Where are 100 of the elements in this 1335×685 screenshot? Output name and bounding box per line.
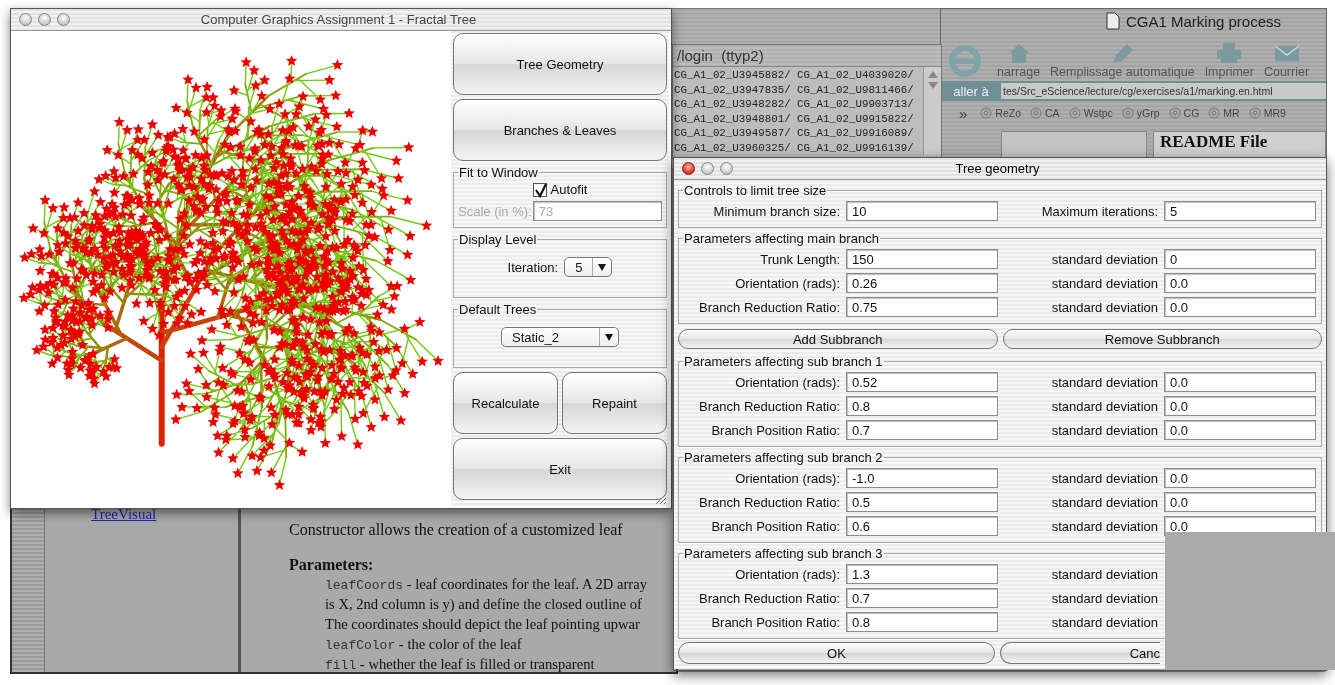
field-label: Branch Reduction Ratio: [698,590,840,606]
bookmark-icon [1030,107,1043,119]
address-field[interactable]: tes/Src_eScience/lecture/cg/exercises/a1/marking.en.html [1001,83,1326,99]
window-title: /login (ttyp2) [673,45,941,67]
field-label: Trunk Length: [759,251,840,267]
text-field[interactable]: 0.26 [846,273,998,293]
iteration-dropdown[interactable]: 5 [564,257,613,277]
bookmark-link[interactable]: CA [1030,107,1060,119]
terminal-line: CG_A1_02_U3948801/ CG_A1_02_U9915822/ [674,111,915,126]
text-field[interactable]: 0.7 [846,420,998,440]
field-label: standard deviation [1050,518,1158,534]
window-title: Computer Graphics Assignment 1 - Fractal Tree [199,12,478,27]
text-field[interactable]: 5 [1164,201,1316,221]
text-field[interactable]: 0.8 [846,612,998,632]
text-field[interactable]: 0.0 [1164,468,1316,488]
minimize-button[interactable] [38,13,51,26]
group-title: Default Trees [458,302,538,317]
bookmark-icon [1168,107,1181,119]
section-heading: Parameters: [289,556,375,574]
overflow-chevron[interactable]: » [959,104,968,122]
bookmark-link[interactable]: ReZo [980,107,1022,119]
tree-dropdown[interactable]: Static_2 [501,327,619,347]
field-label: Minimum branch size: [712,203,840,219]
window-title: Tree geometry [954,161,1041,176]
field-label: Maximum iterations: [1040,203,1158,219]
text-field[interactable]: 0.0 [1164,420,1316,440]
panel-button[interactable]: Recalculate [453,372,558,434]
caret-icon [598,263,607,271]
panel-button[interactable]: Branches & Leaves [453,99,667,161]
field-label: standard deviation [1050,422,1158,438]
bookmark-link[interactable]: yGrp [1121,107,1160,119]
field-label: Orientation (rads): [734,374,840,390]
text-field[interactable]: 0.0 [1164,297,1316,317]
field-label: Branch Position Ratio: [710,422,840,438]
text-field[interactable]: 0.0 [1164,273,1316,293]
subbranch-button[interactable]: Add Subbranch [678,329,998,349]
panel-button[interactable]: Tree Geometry [453,33,667,95]
text-field[interactable]: 0.7 [846,588,998,608]
field-label: standard deviation [1050,299,1158,315]
terminal-line: CG_A1_02_U3945882/ CG_A1_02_U4039020/ [674,68,915,83]
text-field[interactable]: 0 [1164,249,1316,269]
bookmark-link[interactable]: MR9 [1248,107,1286,119]
field-label: Iteration: [507,259,559,275]
text-field[interactable]: 0.0 [1164,396,1316,416]
bookmark-icon [1248,107,1261,119]
bookmark-icon [1121,107,1134,119]
subbranch-button[interactable]: Remove Subbranch [1002,329,1322,349]
text-field[interactable]: 0.52 [846,372,998,392]
field-label: standard deviation [1050,374,1158,390]
panel-button[interactable]: Repaint [562,372,667,434]
group-title: Parameters affecting sub branch 2 [683,450,884,465]
field-label: Branch Reduction Ratio: [698,299,840,315]
text-field[interactable]: 0.6 [846,516,998,536]
class-link[interactable]: TreeVisual [91,506,157,523]
dialog-button[interactable]: Canc [1000,642,1160,664]
parameter-text: is X, 2nd column is y) and define the closed outline of [324,595,643,614]
group-title: Display Level [458,232,538,247]
text-field[interactable]: 0.5 [846,492,998,512]
field-label: Orientation (rads): [734,275,840,291]
window-title: CGA1 Marking process [1125,12,1282,30]
bookmark-icon [980,107,993,119]
exit-button[interactable]: Exit [453,438,667,500]
parameter-text: The coordinates should depict the leaf pointing upwar [324,615,641,634]
text-field[interactable]: 0.75 [846,297,998,317]
field-label: standard deviation [1050,494,1158,510]
close-button[interactable] [682,162,695,175]
bookmark-link[interactable]: MR [1208,107,1240,119]
parameter-text: fill - whether the leaf is filled or transparent [324,655,596,672]
zoom-button[interactable] [720,162,733,175]
field-label: standard deviation [1050,566,1158,582]
scroll-up-icon[interactable] [927,71,938,78]
text-field[interactable]: 0.8 [846,396,998,416]
text-field[interactable]: -1.0 [846,468,998,488]
bookmark-link[interactable]: Wstpc [1068,107,1113,119]
dialog-button[interactable]: OK [678,642,995,664]
text-field[interactable]: 0.0 [1164,372,1316,392]
text-field[interactable]: 10 [846,201,998,221]
field-label: Branch Reduction Ratio: [698,398,840,414]
text-field[interactable]: 150 [846,249,998,269]
field-label: Branch Position Ratio: [710,614,840,630]
toolbar-button[interactable]: Remplissage automatique [1050,41,1195,79]
bookmark-icon [1208,107,1221,119]
scroll-down-icon[interactable] [927,82,938,89]
terminal-line: CG_A1_02_U3948282/ CG_A1_02_U9903713/ [674,97,915,112]
scrollbar[interactable] [923,67,941,155]
text-field[interactable]: 0.0 [1164,492,1316,512]
minimize-button[interactable] [701,162,714,175]
field-label: standard deviation [1050,590,1158,606]
group-title: Fit to Window [458,165,539,180]
zoom-button[interactable] [57,13,70,26]
checkbox[interactable] [532,182,547,197]
group-title: Parameters affecting main branch [683,231,880,246]
bookmark-link[interactable]: CG [1168,107,1200,119]
bookmark-icon [1068,107,1081,119]
group-title: Parameters affecting sub branch 3 [683,546,884,561]
group-title: Controls to limit tree size [683,183,828,198]
field-label: standard deviation [1050,275,1158,291]
text-field[interactable]: 1.3 [846,564,998,584]
resize-grip-icon[interactable] [655,493,667,505]
field-label: Orientation (rads): [734,470,840,486]
